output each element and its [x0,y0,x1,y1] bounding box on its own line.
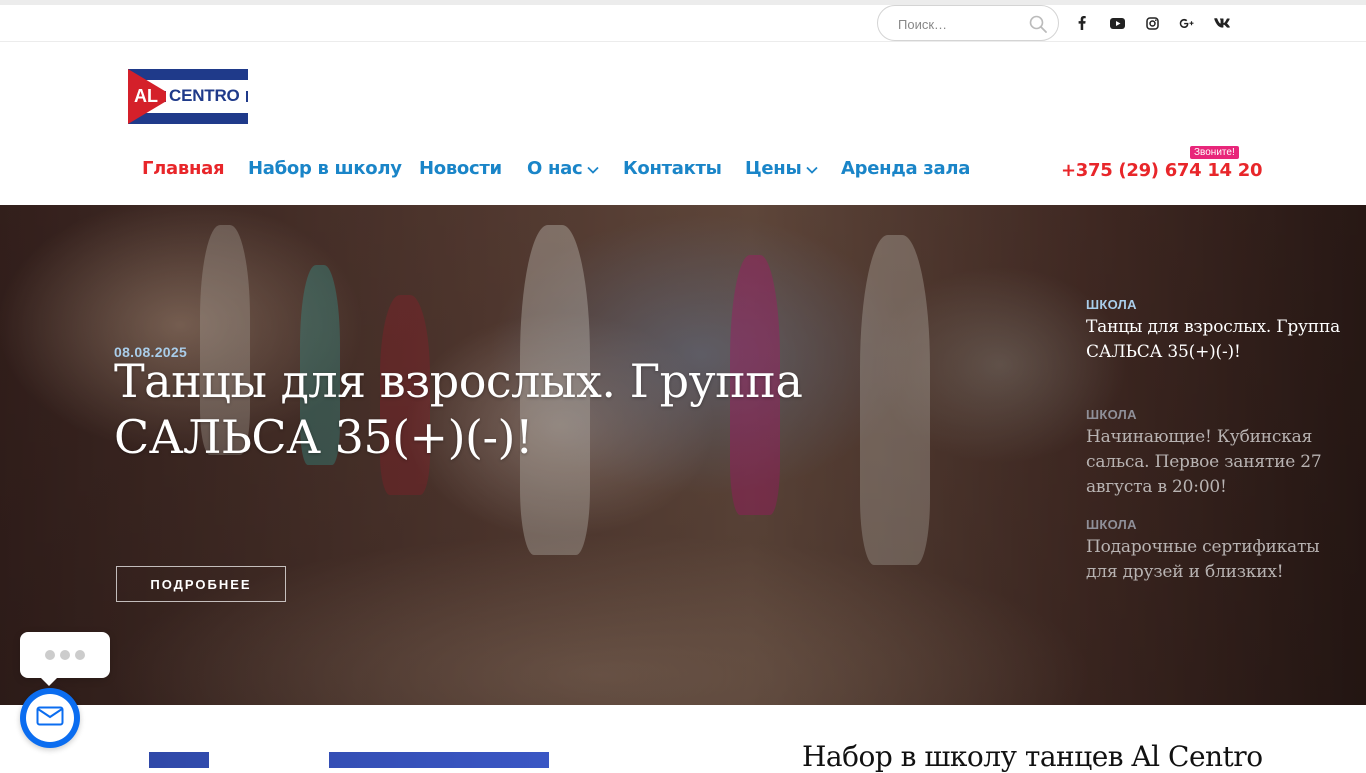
facebook-icon[interactable] [1074,15,1090,31]
slider-nav-title: Начинающие! Кубинская сальса. Первое зан… [1086,427,1322,497]
slider-nav-category: ШКОЛА [1086,517,1137,532]
hero-slider: 08.08.2025 Танцы для взрослых. Группа СА… [0,205,1366,705]
nav-item-home[interactable]: Главная [142,158,225,179]
chevron-down-icon [806,158,819,179]
slider-nav-category: ШКОЛА [1086,407,1137,422]
slider-nav-title: Танцы для взрослых. Группа САЛЬСА 35(+)(… [1086,317,1341,362]
typing-dot [60,650,70,660]
slider-nav-title: Подарочные сертификаты для друзей и близ… [1086,537,1320,582]
call-badge: Звоните! [1190,146,1239,159]
chat-widget-button[interactable] [20,688,80,748]
slider-nav-item[interactable]: ШКОЛА Подарочные сертификаты для друзей … [1086,517,1346,585]
promo-image [149,752,549,768]
vk-icon[interactable] [1214,15,1230,31]
chevron-down-icon [587,158,599,179]
search-icon[interactable] [1029,15,1047,33]
slider-nav-category: ШКОЛА [1086,297,1137,312]
chat-typing-bubble[interactable] [20,632,110,686]
logo-text-centro: CENTRO [169,86,240,105]
nav-item-hall-rent[interactable]: Аренда зала [841,158,970,179]
section-title: Набор в школу танцев Al Centro [802,740,1263,773]
nav-item-news[interactable]: Новости [419,158,502,179]
nav-item-contacts[interactable]: Контакты [623,158,722,179]
typing-dot [75,650,85,660]
hero-title[interactable]: Танцы для взрослых. Группа САЛЬСА 35(+)(… [114,353,834,465]
search-box[interactable] [877,5,1059,41]
nav-item-prices[interactable]: Цены [745,158,819,179]
typing-dot [45,650,55,660]
read-more-button[interactable]: ПОДРОБНЕЕ [116,566,286,602]
phone-link[interactable]: +375 (29) 674 14 20 [1061,160,1263,181]
slider-nav-item[interactable]: ШКОЛА Танцы для взрослых. Группа САЛЬСА … [1086,297,1346,365]
logo-text-al: AL [134,86,158,106]
nav-item-enrollment[interactable]: Набор в школу [248,158,402,179]
slider-nav-item[interactable]: ШКОЛА Начинающие! Кубинская сальса. Перв… [1086,407,1346,500]
nav-item-about[interactable]: О нас [527,158,599,179]
instagram-icon[interactable] [1144,15,1160,31]
search-input[interactable] [898,14,1023,34]
site-logo[interactable]: AL CENTRO [128,69,248,124]
google-plus-icon[interactable] [1179,15,1195,31]
envelope-icon [36,706,64,731]
youtube-icon[interactable] [1109,15,1125,31]
top-bar [0,5,1366,42]
